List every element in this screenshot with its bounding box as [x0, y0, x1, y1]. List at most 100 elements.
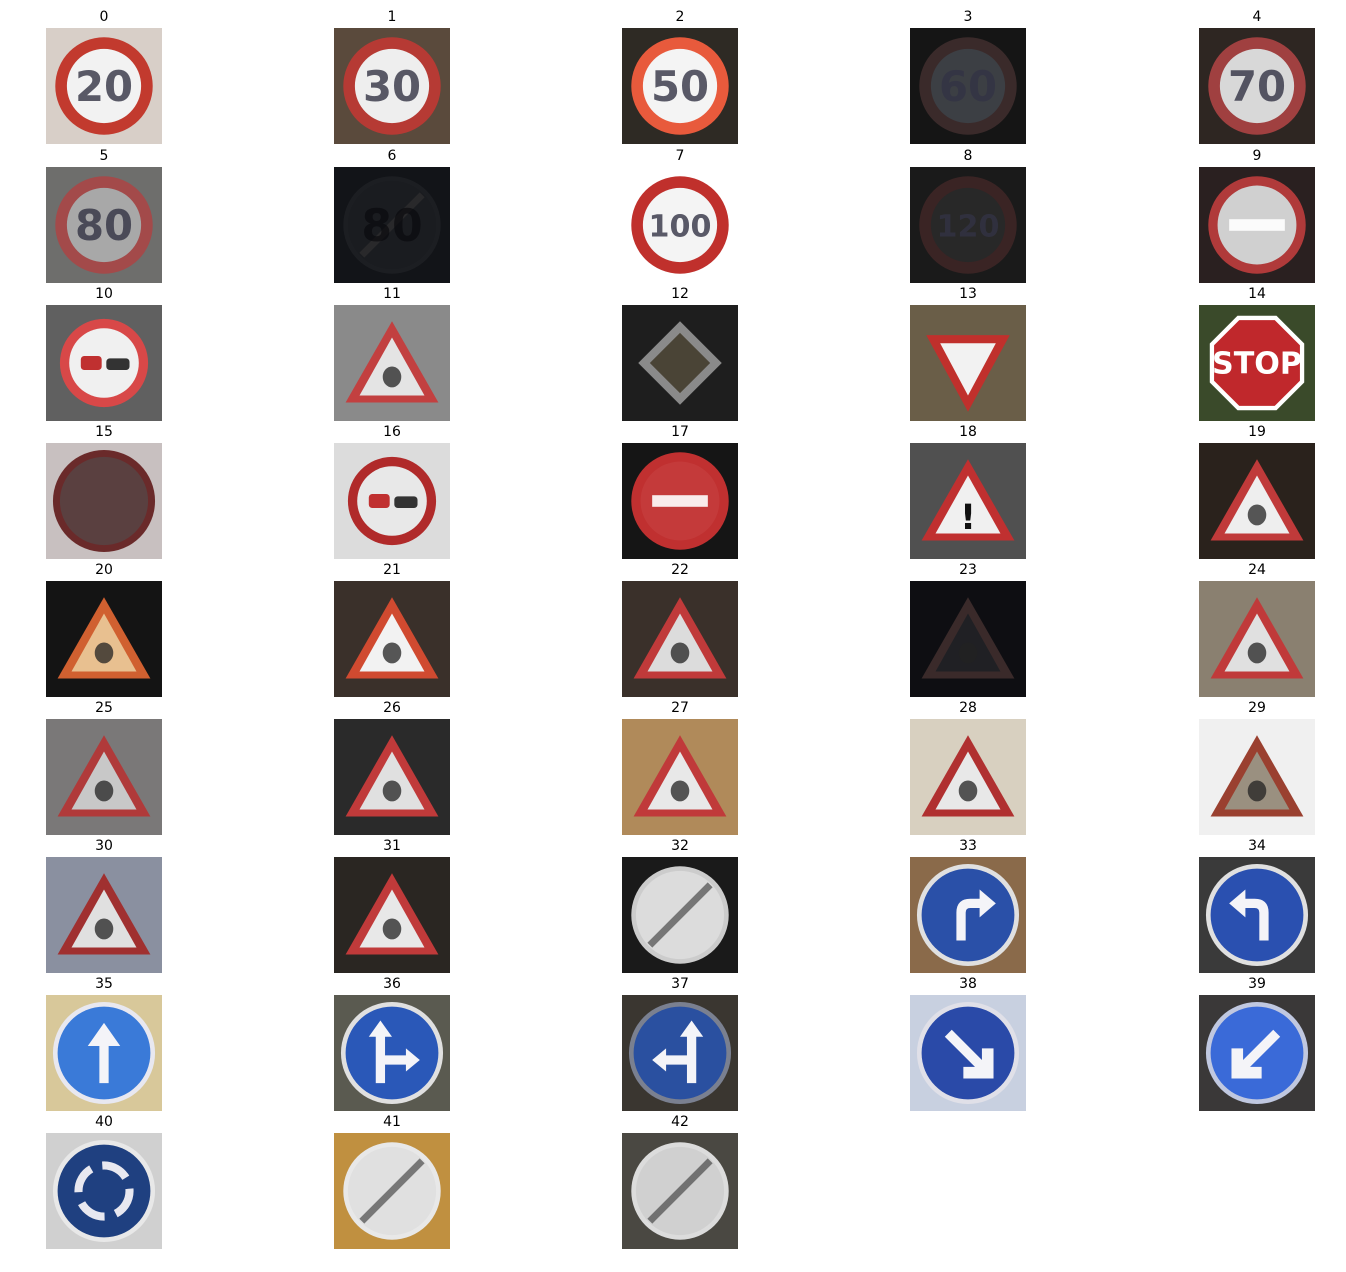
sign-shape: 60 [919, 37, 1017, 135]
sign-shape [916, 1001, 1020, 1105]
sign-shape: 50 [631, 37, 729, 135]
traffic-sign-image [1199, 167, 1315, 283]
traffic-sign-image: 80 [334, 167, 450, 283]
traffic-sign-image [46, 857, 162, 973]
class-id-label: 33 [959, 838, 977, 854]
traffic-sign-image [910, 581, 1026, 697]
class-id-label: 1 [387, 9, 397, 25]
sign-shape: 80 [55, 176, 153, 274]
class-id-label: 36 [383, 976, 401, 992]
class-id-label: 10 [95, 286, 113, 302]
traffic-sign-image [1199, 719, 1315, 835]
sign-shape: 100 [631, 176, 729, 274]
class-id-label: 5 [99, 148, 109, 164]
traffic-sign-image: 20 [46, 28, 162, 144]
traffic-sign-image [1199, 857, 1315, 973]
class-id-label: 26 [383, 700, 401, 716]
class-id-label: 29 [1248, 700, 1266, 716]
class-id-label: 27 [671, 700, 689, 716]
traffic-sign-image [334, 857, 450, 973]
svg-text:STOP: STOP [1212, 346, 1302, 381]
traffic-sign-image [334, 305, 450, 421]
traffic-sign-image [622, 443, 738, 559]
svg-text:!: ! [960, 498, 976, 538]
class-id-label: 25 [95, 700, 113, 716]
class-id-label: 18 [959, 424, 977, 440]
traffic-sign-image [622, 581, 738, 697]
class-id-label: 22 [671, 562, 689, 578]
sign-shape: 30 [343, 37, 441, 135]
traffic-sign-image [46, 1133, 162, 1249]
class-id-label: 4 [1252, 9, 1262, 25]
sign-shape [52, 1001, 156, 1105]
svg-text:30: 30 [363, 62, 421, 111]
sign-shape [631, 866, 729, 964]
class-id-label: 6 [387, 148, 397, 164]
class-id-label: 31 [383, 838, 401, 854]
class-id-label: 14 [1248, 286, 1266, 302]
traffic-sign-image: ! [910, 443, 1026, 559]
sign-shape: 20 [55, 37, 153, 135]
class-id-label: 42 [671, 1114, 689, 1130]
traffic-sign-image [46, 305, 162, 421]
sign-shape: 120 [919, 176, 1017, 274]
sign-shape [916, 863, 1020, 967]
traffic-sign-image [910, 305, 1026, 421]
class-id-label: 17 [671, 424, 689, 440]
traffic-sign-image [334, 995, 450, 1111]
svg-text:80: 80 [75, 201, 133, 250]
svg-text:50: 50 [651, 62, 709, 111]
class-id-label: 13 [959, 286, 977, 302]
sign-shape [1205, 863, 1309, 967]
traffic-sign-image [622, 857, 738, 973]
traffic-sign-image: 120 [910, 167, 1026, 283]
svg-text:60: 60 [939, 62, 997, 111]
class-id-label: 32 [671, 838, 689, 854]
traffic-sign-image: STOP [1199, 305, 1315, 421]
class-id-label: 9 [1252, 148, 1262, 164]
sign-shape [631, 1142, 729, 1240]
traffic-sign-image [622, 719, 738, 835]
svg-text:20: 20 [75, 62, 133, 111]
traffic-sign-image [1199, 581, 1315, 697]
traffic-sign-image [334, 443, 450, 559]
traffic-sign-image [622, 995, 738, 1111]
sign-shape [52, 1139, 156, 1243]
class-id-label: 23 [959, 562, 977, 578]
traffic-sign-image [910, 995, 1026, 1111]
traffic-sign-image: 80 [46, 167, 162, 283]
traffic-sign-image [622, 305, 738, 421]
class-id-label: 35 [95, 976, 113, 992]
class-id-label: 15 [95, 424, 113, 440]
svg-text:80: 80 [361, 201, 422, 252]
class-id-label: 3 [963, 9, 973, 25]
sign-shape [631, 452, 729, 550]
sign-shape [1208, 176, 1306, 274]
sign-shape [343, 1142, 441, 1240]
class-id-label: 37 [671, 976, 689, 992]
class-id-label: 12 [671, 286, 689, 302]
traffic-sign-image: 50 [622, 28, 738, 144]
sign-shape: 80 [343, 176, 441, 274]
sign-shape [628, 1001, 732, 1105]
traffic-sign-image [910, 857, 1026, 973]
sign-shape [52, 449, 156, 553]
class-id-label: 0 [99, 9, 109, 25]
class-id-label: 39 [1248, 976, 1266, 992]
sign-shape: STOP [1209, 315, 1305, 411]
traffic-sign-image: 100 [622, 167, 738, 283]
class-id-label: 34 [1248, 838, 1266, 854]
class-id-label: 40 [95, 1114, 113, 1130]
sign-shape [59, 318, 149, 408]
traffic-sign-image [334, 581, 450, 697]
traffic-sign-image: 60 [910, 28, 1026, 144]
traffic-sign-image: 30 [334, 28, 450, 144]
sign-shape [347, 456, 437, 546]
svg-text:100: 100 [649, 210, 712, 245]
traffic-sign-image [910, 719, 1026, 835]
class-id-label: 38 [959, 976, 977, 992]
traffic-sign-image [1199, 443, 1315, 559]
svg-text:120: 120 [937, 210, 1000, 245]
traffic-sign-image [46, 719, 162, 835]
class-id-label: 28 [959, 700, 977, 716]
